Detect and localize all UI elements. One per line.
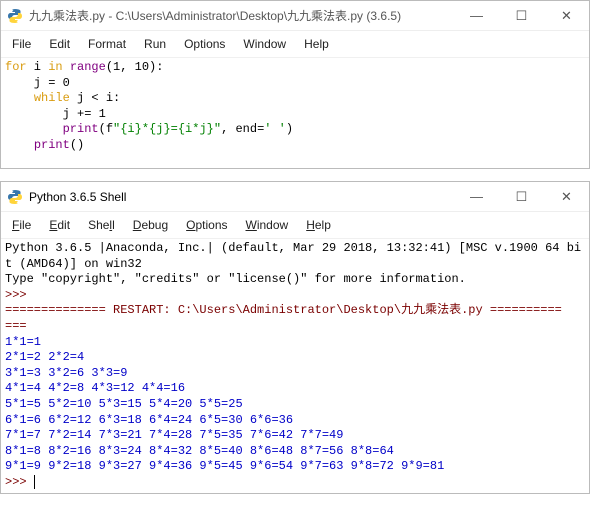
code-string: ' ' — [264, 122, 286, 136]
code-builtin: print — [34, 138, 70, 152]
code-text: ) — [286, 122, 293, 136]
code-string: "{i}*{j}={i*j}" — [113, 122, 221, 136]
maximize-button[interactable]: ☐ — [499, 1, 544, 31]
code-text: , end= — [221, 122, 264, 136]
output-line: 6*1=6 6*2=12 6*3=18 6*4=24 6*5=30 6*6=36 — [5, 413, 293, 427]
shell-prompt: >>> — [5, 288, 27, 302]
code-text: () — [70, 138, 84, 152]
menu-help[interactable]: Help — [295, 35, 338, 53]
output-line: 5*1=5 5*2=10 5*3=15 5*4=20 5*5=25 — [5, 397, 243, 411]
menu-options[interactable]: Options — [177, 216, 236, 234]
menu-window[interactable]: Window — [237, 216, 298, 234]
editor-title: 九九乘法表.py - C:\Users\Administrator\Deskto… — [29, 7, 454, 24]
output-line: 7*1=7 7*2=14 7*3=21 7*4=28 7*5=35 7*6=42… — [5, 428, 343, 442]
code-text — [63, 60, 70, 74]
code-builtin: range — [70, 60, 106, 74]
close-button[interactable]: ✕ — [544, 182, 589, 212]
close-button[interactable]: ✕ — [544, 1, 589, 31]
shell-prompt: >>> — [5, 475, 27, 489]
menu-run[interactable]: Run — [135, 35, 175, 53]
output-line: 2*1=2 2*2=4 — [5, 350, 84, 364]
editor-titlebar[interactable]: 九九乘法表.py - C:\Users\Administrator\Deskto… — [1, 1, 589, 31]
code-keyword: while — [34, 91, 70, 105]
window-buttons: — ☐ ✕ — [454, 182, 589, 212]
menu-window[interactable]: Window — [234, 35, 295, 53]
menu-edit[interactable]: Edit — [40, 216, 79, 234]
menu-shell[interactable]: Shell — [79, 216, 124, 234]
minimize-button[interactable]: — — [454, 182, 499, 212]
output-line: 1*1=1 — [5, 335, 41, 349]
code-text: i — [27, 60, 49, 74]
output-line: 8*1=8 8*2=16 8*3=24 8*4=32 8*5=40 8*6=48… — [5, 444, 394, 458]
shell-window: Python 3.6.5 Shell — ☐ ✕ FileEditShellDe… — [0, 181, 590, 494]
menu-file[interactable]: File — [3, 35, 40, 53]
text-cursor — [34, 475, 35, 489]
code-text: (f — [99, 122, 113, 136]
python-icon — [7, 8, 23, 24]
code-text: j < i: — [70, 91, 120, 105]
python-icon — [7, 189, 23, 205]
output-line: 9*1=9 9*2=18 9*3=27 9*4=36 9*5=45 9*6=54… — [5, 459, 444, 473]
code-text — [5, 91, 34, 105]
code-keyword: in — [48, 60, 62, 74]
menu-help[interactable]: Help — [297, 216, 340, 234]
editor-window: 九九乘法表.py - C:\Users\Administrator\Deskto… — [0, 0, 590, 169]
banner-text: t (AMD64)] on win32 — [5, 257, 142, 271]
restart-text: ============== RESTART: C:\Users\Adminis… — [5, 303, 562, 317]
code-text: (1, 10): — [106, 60, 164, 74]
shell-output[interactable]: Python 3.6.5 |Anaconda, Inc.| (default, … — [1, 239, 589, 493]
code-editor[interactable]: for i in range(1, 10): j = 0 while j < i… — [1, 58, 589, 168]
output-line: 4*1=4 4*2=8 4*3=12 4*4=16 — [5, 381, 185, 395]
banner-text: Type "copyright", "credits" or "license(… — [5, 272, 466, 286]
banner-text: Python 3.6.5 |Anaconda, Inc.| (default, … — [5, 241, 581, 255]
window-buttons: — ☐ ✕ — [454, 1, 589, 31]
menu-file[interactable]: File — [3, 216, 40, 234]
maximize-button[interactable]: ☐ — [499, 182, 544, 212]
code-text — [5, 138, 34, 152]
menu-edit[interactable]: Edit — [40, 35, 79, 53]
shell-menubar: FileEditShellDebugOptionsWindowHelp — [1, 212, 589, 239]
minimize-button[interactable]: — — [454, 1, 499, 31]
shell-title: Python 3.6.5 Shell — [29, 190, 454, 204]
code-builtin: print — [63, 122, 99, 136]
editor-menubar: File Edit Format Run Options Window Help — [1, 31, 589, 58]
menu-debug[interactable]: Debug — [124, 216, 177, 234]
menu-format[interactable]: Format — [79, 35, 135, 53]
code-text: j += 1 — [5, 107, 106, 121]
menu-options[interactable]: Options — [175, 35, 234, 53]
output-line: 3*1=3 3*2=6 3*3=9 — [5, 366, 127, 380]
code-text: j = 0 — [5, 76, 70, 90]
code-text — [5, 122, 63, 136]
code-keyword: for — [5, 60, 27, 74]
shell-titlebar[interactable]: Python 3.6.5 Shell — ☐ ✕ — [1, 182, 589, 212]
restart-text: === — [5, 319, 27, 333]
